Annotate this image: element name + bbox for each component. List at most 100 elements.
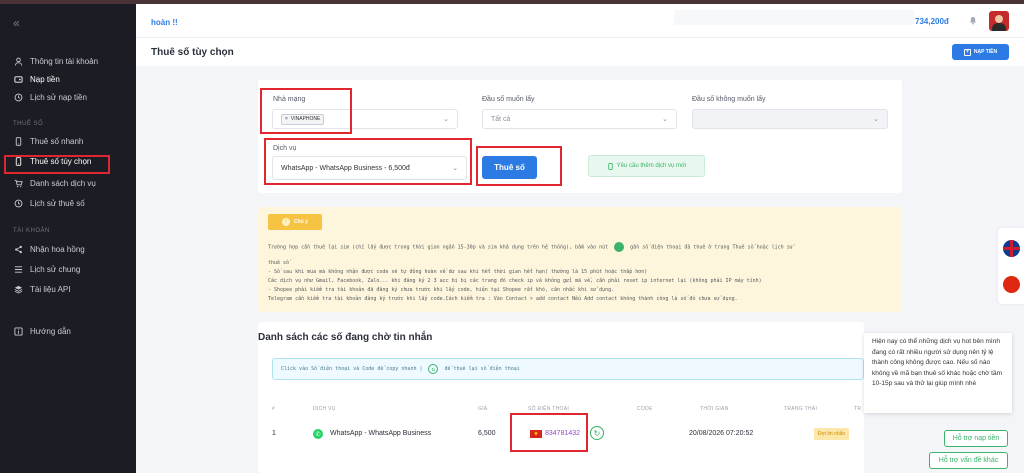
history-icon [13, 198, 23, 208]
notice-badge-label: Chú ý [294, 219, 308, 225]
sidebar-item-general-history[interactable]: Lịch sử chung [0, 260, 136, 278]
support-other-button[interactable]: Hỗ trợ vấn đề khác [929, 452, 1008, 469]
prefix-value: Tất cả [491, 115, 511, 123]
user-icon [13, 56, 23, 66]
row-service: WhatsApp - WhatsApp Business [330, 430, 432, 437]
share-icon [13, 244, 23, 254]
topup-button-label: NẠP TIỀN [973, 49, 998, 55]
carrier-highlight-box [260, 88, 352, 134]
cart-icon [13, 178, 23, 188]
page-title: Thuê số tùy chọn [151, 47, 234, 58]
language-switcher [998, 228, 1024, 304]
status-badge: Đợi tin nhắn [814, 428, 850, 440]
phone-highlight-box [510, 413, 588, 452]
china-flag-icon[interactable] [1003, 276, 1020, 293]
header-ghost-bar [674, 10, 914, 25]
copy-hint-text: để thuê lại số điện thoại [444, 366, 520, 372]
wallet-icon [13, 74, 23, 84]
layers-icon [13, 284, 23, 294]
top-header: hoàn !! 734,200đ [136, 4, 1024, 38]
request-service-button[interactable]: Yêu cầu thêm dịch vụ mới [588, 155, 705, 177]
row-index: 1 [272, 430, 276, 437]
sidebar-item-topup[interactable]: Nạp tiền [0, 70, 136, 88]
sidebar-item-help[interactable]: Hướng dẫn [0, 322, 136, 340]
whatsapp-icon: ✆ [313, 429, 323, 439]
col-header-time: THỜI GIAN [700, 406, 729, 412]
col-header-index: # [272, 406, 276, 412]
notice-line: - Shopee phải kiểm tra tài khoản đã đăng… [268, 287, 615, 293]
prefix-label: Đầu số muốn lấy [482, 96, 535, 103]
rent-form-card: Nhà mạng × VINAPHONE ⌄ Đầu số muốn lấy T… [258, 80, 902, 193]
notice-text: Trường hợp cần thuê lại sim (chỉ lấy đượ… [268, 244, 609, 251]
rent-button-highlight-box [476, 146, 562, 186]
chevron-down-icon: ⌄ [662, 116, 668, 123]
col-header-truncated: TR [854, 406, 862, 412]
topup-button[interactable]: + NẠP TIỀN [952, 44, 1009, 60]
sidebar-item-commission[interactable]: Nhận hoa hồng [0, 240, 136, 258]
col-header-status: TRẠNG THÁI [784, 406, 818, 412]
notice-text: gần số điện thoại đã thuê ở trang Thuê s… [630, 244, 793, 251]
copy-hint-box: Click vào Số điện thoại và Code để copy … [272, 358, 864, 380]
notice-line: Các dịch vụ như Gmail, Facebook, Zalo...… [268, 278, 762, 284]
notice-card: ! Chú ý Trường hợp cần thuê lại sim (chỉ… [258, 207, 902, 312]
info-icon [13, 326, 23, 336]
sidebar-item-label: Danh sách dịch vụ [30, 178, 96, 188]
phone-icon [13, 136, 23, 146]
uk-flag-icon[interactable] [1003, 240, 1020, 257]
history-icon [13, 92, 23, 102]
list-title: Danh sách các số đang chờ tin nhắn [258, 332, 433, 343]
sidebar-item-label: Thông tin tài khoản [30, 56, 99, 66]
sidebar-item-label: Thuê số nhanh [30, 136, 84, 146]
re-rent-refresh-icon[interactable]: ↻ [590, 426, 604, 440]
page-title-bar: Thuê số tùy chọn + NẠP TIỀN [136, 38, 1024, 66]
refresh-icon [614, 242, 625, 252]
col-header-code: CODE [637, 406, 653, 412]
col-header-service: DỊCH VỤ [313, 406, 336, 412]
sidebar-toggle-icon[interactable]: « [13, 16, 20, 30]
sidebar-item-rent-history[interactable]: Lịch sử thuê số [0, 194, 136, 212]
refresh-icon: ↻ [428, 364, 439, 374]
service-highlight-box [264, 138, 472, 185]
notice-line: Telegram cần kiểm tra tài khoản đăng ký … [268, 296, 738, 302]
request-service-label: Yêu cầu thêm dịch vụ mới [616, 163, 687, 169]
row-time: 20/08/2026 07:20:52 [689, 430, 754, 437]
notice-line: - Số sau khi mua mà không nhận được code… [268, 269, 648, 275]
sidebar-item-label: Lịch sử thuê số [30, 198, 85, 208]
header-brand-text: hoàn !! [151, 18, 178, 27]
exclude-prefix-label: Đầu số không muốn lấy [692, 96, 766, 103]
prefix-select[interactable]: Tất cả ⌄ [482, 109, 677, 129]
sidebar-item-label: Lịch sử chung [30, 264, 81, 274]
notice-line: thuê số [268, 260, 290, 266]
support-topup-button[interactable]: Hỗ trợ nạp tiền [944, 430, 1008, 447]
plus-icon: + [963, 48, 971, 56]
sidebar-item-label: Nạp tiền [30, 74, 60, 84]
avatar[interactable] [989, 11, 1009, 31]
row-price: 6,500 [478, 430, 496, 437]
sidebar-item-label: Nhận hoa hồng [30, 244, 85, 254]
sidebar-item-api-docs[interactable]: Tài liệu API [0, 280, 136, 298]
list-icon [13, 264, 23, 274]
sidebar-item-label: Hướng dẫn [30, 326, 71, 336]
waiting-list-card: Danh sách các số đang chờ tin nhắn Click… [258, 322, 864, 473]
sidebar-item-label: Lịch sử nạp tiền [30, 92, 87, 102]
chevron-down-icon: ⌄ [443, 116, 449, 123]
notice-line: Trường hợp cần thuê lại sim (chỉ lấy đượ… [268, 242, 793, 252]
support-tooltip: Hiện nay có thể những dịch vụ hot bên mì… [864, 333, 1012, 413]
sidebar-highlight-box [4, 155, 110, 174]
sidebar-section-account: TÀI KHOẢN [13, 228, 50, 234]
chevron-down-icon: ⌄ [873, 116, 879, 123]
col-header-price: GIÁ [478, 406, 488, 412]
notice-badge: ! Chú ý [268, 214, 322, 230]
sidebar-item-topup-history[interactable]: Lịch sử nạp tiền [0, 88, 136, 106]
copy-hint-text: Click vào Số điện thoại và Code để copy … [281, 366, 423, 372]
sidebar: « Thông tin tài khoản Nạp tiền Lịch sử n… [0, 4, 136, 473]
sidebar-item-service-list[interactable]: Danh sách dịch vụ [0, 174, 136, 192]
phone-small-icon [608, 162, 613, 170]
sidebar-item-quick-rent[interactable]: Thuê số nhanh [0, 132, 136, 150]
exclude-prefix-select[interactable]: ⌄ [692, 109, 888, 129]
sidebar-section-rent: THUÊ SỐ [13, 121, 44, 127]
sidebar-item-account-info[interactable]: Thông tin tài khoản [0, 52, 136, 70]
sidebar-item-label: Tài liệu API [30, 284, 71, 294]
bell-icon[interactable] [968, 15, 978, 28]
account-balance[interactable]: 734,200đ [915, 17, 949, 26]
